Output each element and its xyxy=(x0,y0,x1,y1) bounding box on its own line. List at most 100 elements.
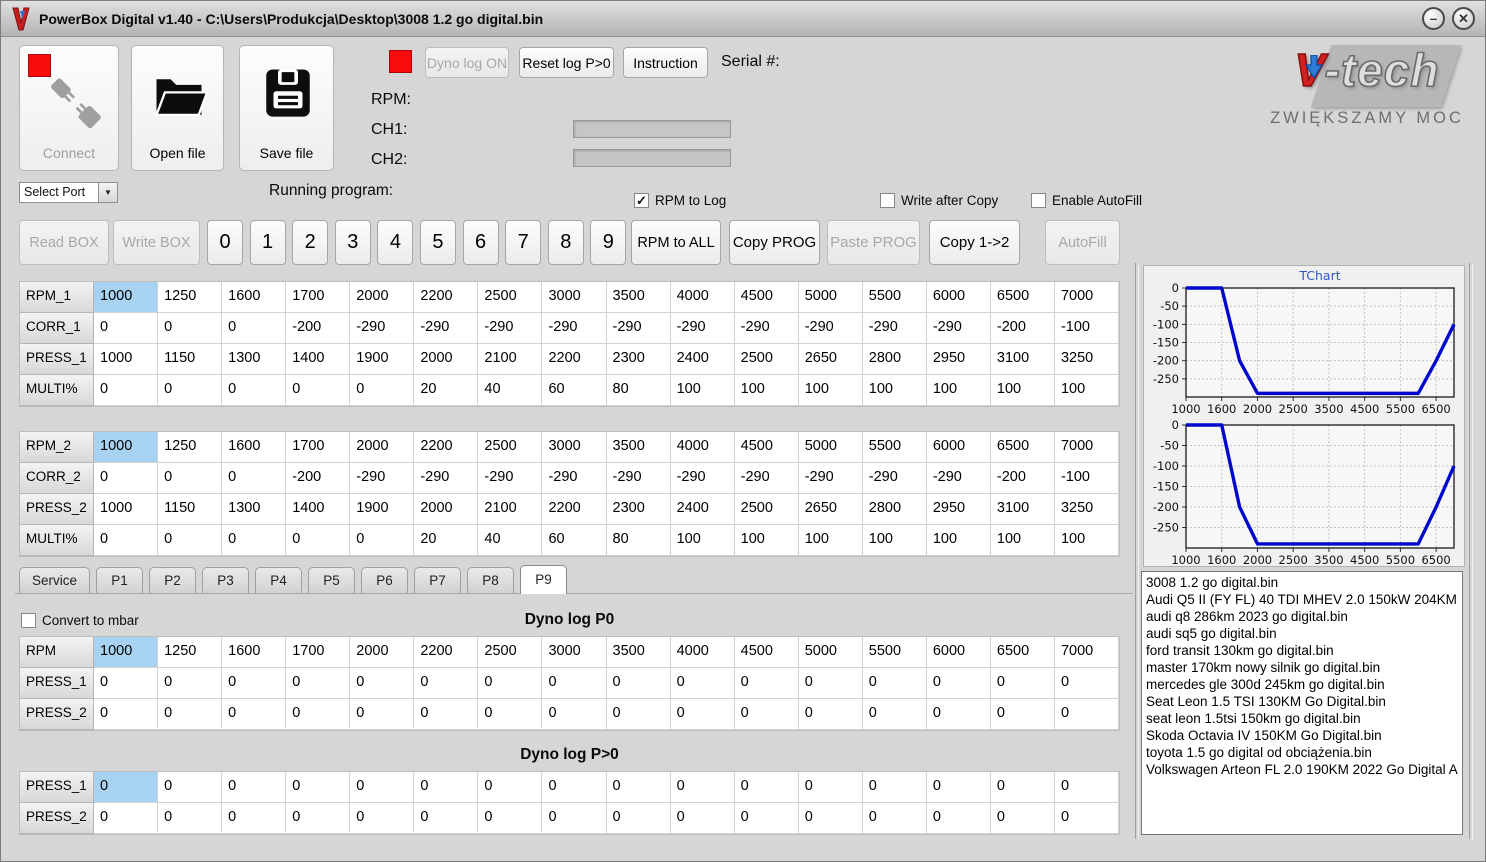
table-cell[interactable]: 2400 xyxy=(670,344,735,375)
table-cell[interactable]: 0 xyxy=(350,803,415,834)
table-cell[interactable]: 40 xyxy=(478,375,543,406)
table-cell[interactable]: -290 xyxy=(798,463,863,494)
table-cell[interactable]: -200 xyxy=(286,313,351,344)
table-cell[interactable]: 1150 xyxy=(158,344,223,375)
table-cell[interactable]: 0 xyxy=(990,668,1055,699)
table-cell[interactable]: 2200 xyxy=(414,432,479,463)
table-cell[interactable]: 0 xyxy=(414,699,479,730)
table-cell[interactable]: 0 xyxy=(94,463,159,494)
table-cell[interactable]: 0 xyxy=(94,699,159,730)
table-cell[interactable]: 2200 xyxy=(542,494,607,525)
table-cell[interactable]: 1000 xyxy=(94,344,159,375)
rpm-to-all-button[interactable]: RPM to ALL xyxy=(631,220,721,265)
table-cell[interactable]: 0 xyxy=(286,375,351,406)
table-cell[interactable]: 1150 xyxy=(158,494,223,525)
table-cell[interactable]: 1700 xyxy=(286,432,351,463)
table-cell[interactable]: 4500 xyxy=(734,282,799,313)
enable-autofill-checkbox[interactable] xyxy=(1031,192,1046,208)
table-cell[interactable]: -290 xyxy=(542,313,607,344)
table-cell[interactable]: 0 xyxy=(606,803,671,834)
tab-p6[interactable]: P6 xyxy=(361,567,409,593)
close-button[interactable]: ✕ xyxy=(1452,7,1475,30)
table-cell[interactable]: 2950 xyxy=(926,344,991,375)
table-cell[interactable]: 2000 xyxy=(414,494,479,525)
paste-prog-button[interactable]: Paste PROG xyxy=(827,220,920,265)
tab-p7[interactable]: P7 xyxy=(414,567,462,593)
table-cell[interactable]: 0 xyxy=(734,772,799,803)
table-cell[interactable]: -100 xyxy=(1054,313,1119,344)
table-cell[interactable]: 0 xyxy=(158,699,223,730)
rpm-to-log-checkbox[interactable]: ✓ xyxy=(634,192,649,208)
table-cell[interactable]: 0 xyxy=(926,772,991,803)
table-cell[interactable]: 2500 xyxy=(478,432,543,463)
table-cell[interactable]: 0 xyxy=(158,803,223,834)
table-cell[interactable]: 0 xyxy=(158,375,223,406)
table-cell[interactable]: 0 xyxy=(158,668,223,699)
table-cell[interactable]: -290 xyxy=(734,463,799,494)
rpm-to-log-option[interactable]: ✓ RPM to Log xyxy=(634,192,726,208)
table-cell[interactable]: 0 xyxy=(542,803,607,834)
file-list-item[interactable]: mercedes gle 300d 245km go digital.bin xyxy=(1146,676,1458,693)
table-cell[interactable]: 2500 xyxy=(734,344,799,375)
table-cell[interactable]: 0 xyxy=(734,668,799,699)
table-cell[interactable]: -290 xyxy=(350,463,415,494)
table-cell[interactable]: 0 xyxy=(94,313,159,344)
table-cell[interactable]: 0 xyxy=(862,772,927,803)
table-cell[interactable]: 0 xyxy=(94,375,159,406)
table-cell[interactable]: 0 xyxy=(350,375,415,406)
table-cell[interactable]: 0 xyxy=(990,772,1055,803)
tab-service[interactable]: Service xyxy=(19,567,91,593)
table-cell[interactable]: 3500 xyxy=(606,282,671,313)
table-cell[interactable]: 0 xyxy=(94,803,159,834)
digit-button-0[interactable]: 0 xyxy=(207,220,243,265)
digit-button-6[interactable]: 6 xyxy=(462,220,499,265)
table-cell[interactable]: 2100 xyxy=(478,494,543,525)
table-cell[interactable]: 1300 xyxy=(222,494,287,525)
file-list-item[interactable]: seat leon 1.5tsi 150km go digital.bin xyxy=(1146,710,1458,727)
table-cell[interactable]: 0 xyxy=(414,803,479,834)
enable-autofill-option[interactable]: Enable AutoFill xyxy=(1031,192,1142,208)
tab-p3[interactable]: P3 xyxy=(202,567,250,593)
table-cell[interactable]: 1600 xyxy=(222,282,287,313)
table-cell[interactable]: 100 xyxy=(798,375,863,406)
table-cell[interactable]: 100 xyxy=(734,375,799,406)
table-cell[interactable]: 60 xyxy=(542,375,607,406)
table-cell[interactable]: 0 xyxy=(926,699,991,730)
table-cell[interactable]: 0 xyxy=(990,699,1055,730)
table-cell[interactable]: 2800 xyxy=(862,494,927,525)
table-cell[interactable]: 2100 xyxy=(478,344,543,375)
table-cell[interactable]: 100 xyxy=(926,525,991,556)
table-cell[interactable]: 2200 xyxy=(414,282,479,313)
table-cell[interactable]: 0 xyxy=(862,668,927,699)
table-cell[interactable]: 0 xyxy=(862,699,927,730)
digit-button-7[interactable]: 7 xyxy=(505,220,542,265)
table-cell[interactable]: 1000 xyxy=(94,282,159,313)
table-cell[interactable]: 1700 xyxy=(286,282,351,313)
table-cell[interactable]: 0 xyxy=(798,668,863,699)
file-list-item[interactable]: master 170km nowy silnik go digital.bin xyxy=(1146,659,1458,676)
table-cell[interactable]: 0 xyxy=(222,375,287,406)
table-cell[interactable]: 2500 xyxy=(734,494,799,525)
table-cell[interactable]: 0 xyxy=(350,699,415,730)
table-cell[interactable]: 100 xyxy=(862,525,927,556)
tab-p9[interactable]: P9 xyxy=(520,565,568,594)
table-cell[interactable]: -290 xyxy=(606,313,671,344)
save-file-button[interactable]: Save file xyxy=(239,45,334,171)
connect-button[interactable]: Connect xyxy=(19,45,119,171)
table-cell[interactable]: 1300 xyxy=(222,344,287,375)
table-cell[interactable]: 0 xyxy=(350,668,415,699)
table-cell[interactable]: 4500 xyxy=(734,432,799,463)
table-cell[interactable]: 0 xyxy=(606,772,671,803)
digit-button-3[interactable]: 3 xyxy=(334,220,371,265)
table-cell[interactable]: 1250 xyxy=(158,637,223,668)
table-cell[interactable]: 2000 xyxy=(350,432,415,463)
table-cell[interactable]: 100 xyxy=(862,375,927,406)
file-list-item[interactable]: Skoda Octavia IV 150KM Go Digital.bin xyxy=(1146,727,1458,744)
table-cell[interactable]: 1250 xyxy=(158,282,223,313)
tab-p2[interactable]: P2 xyxy=(149,567,197,593)
table-cell[interactable]: -290 xyxy=(670,463,735,494)
table-cell[interactable]: 60 xyxy=(542,525,607,556)
table-cell[interactable]: 2300 xyxy=(606,344,671,375)
table-cell[interactable]: -290 xyxy=(670,313,735,344)
digit-button-1[interactable]: 1 xyxy=(249,220,286,265)
